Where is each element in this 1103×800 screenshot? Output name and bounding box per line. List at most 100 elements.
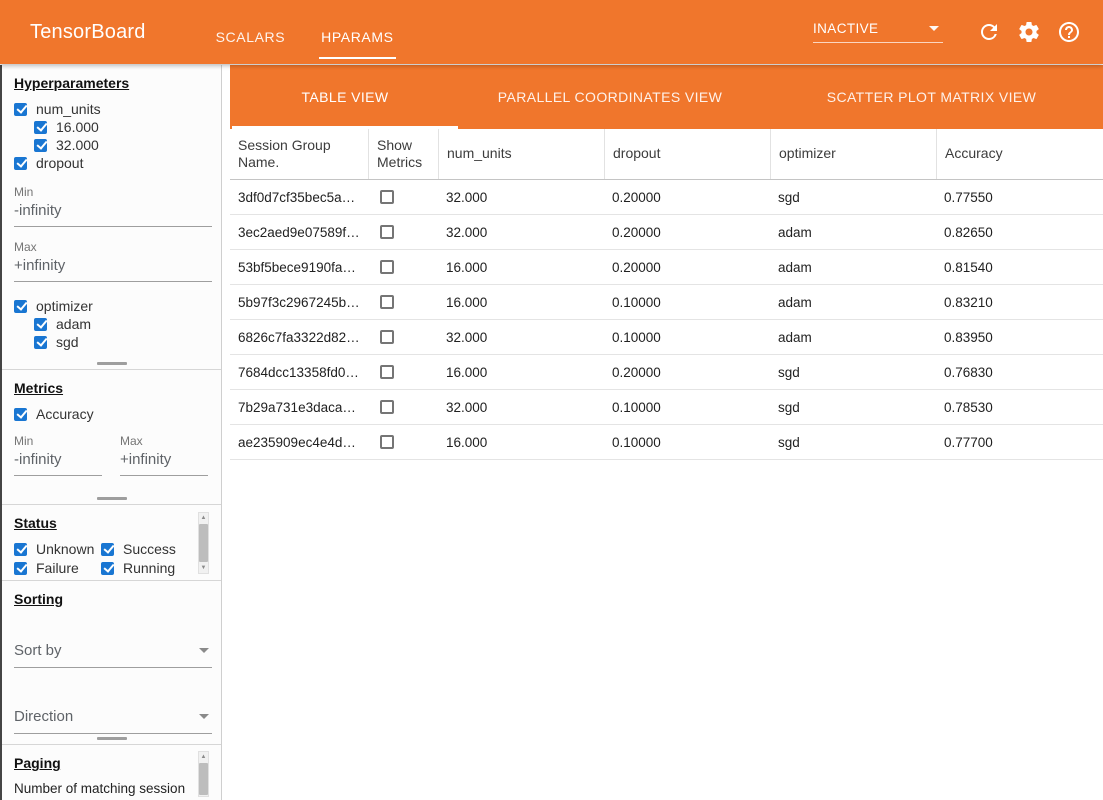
checkbox-icon[interactable] [34, 121, 47, 134]
optimizer-value: adam [770, 260, 936, 275]
status-checkbox-grid: Unknown Success Failure Running [14, 540, 190, 577]
checkbox-icon[interactable] [14, 408, 27, 421]
accuracy-value: 0.77700 [936, 435, 1103, 450]
accuracy-value: 0.81540 [936, 260, 1103, 275]
show-metrics-checkbox[interactable] [380, 435, 394, 449]
accuracy-value: 0.83950 [936, 330, 1103, 345]
header-tabs: SCALARS HPARAMS [198, 0, 412, 64]
tab-table-view[interactable]: TABLE VIEW [230, 65, 460, 129]
accuracy-value: 0.77550 [936, 190, 1103, 205]
session-group-name: 7b29a731e3daca… [230, 400, 368, 415]
dropout-max-label: Max [14, 240, 209, 254]
tab-scalars[interactable]: SCALARS [198, 6, 304, 59]
session-group-name: 6826c7fa3322d82… [230, 330, 368, 345]
checkbox-icon[interactable] [14, 562, 27, 575]
metric-max-input[interactable] [120, 448, 208, 476]
scrollbar-thumb[interactable] [199, 524, 208, 562]
num-units-value: 32.000 [438, 190, 604, 205]
num-units-value: 32.000 [438, 330, 604, 345]
metric-min-input[interactable] [14, 448, 102, 476]
checkbox-icon[interactable] [101, 562, 114, 575]
checkbox-icon[interactable] [34, 139, 47, 152]
scroll-up-icon[interactable]: ▲ [199, 513, 208, 523]
checkbox-row-optimizer-sgd[interactable]: sgd [34, 333, 209, 351]
show-metrics-cell [368, 295, 438, 309]
checkbox-icon[interactable] [14, 103, 27, 116]
checkbox-row-num-units-16[interactable]: 16.000 [34, 118, 209, 136]
tab-scatter-plot-matrix-view[interactable]: SCATTER PLOT MATRIX VIEW [760, 65, 1103, 129]
col-optimizer[interactable]: optimizer [770, 129, 936, 179]
tab-hparams[interactable]: HPARAMS [303, 6, 411, 59]
checkbox-icon[interactable] [34, 318, 47, 331]
resize-handle[interactable] [97, 362, 127, 365]
resize-handle[interactable] [97, 497, 127, 500]
show-metrics-checkbox[interactable] [380, 295, 394, 309]
col-show-metrics[interactable]: Show Metrics [368, 129, 438, 179]
reload-status-select[interactable]: INACTIVE [813, 21, 943, 43]
show-metrics-checkbox[interactable] [380, 260, 394, 274]
accuracy-value: 0.83210 [936, 295, 1103, 310]
checkbox-icon[interactable] [14, 543, 27, 556]
dropout-max-input[interactable] [14, 254, 212, 282]
checkbox-row-accuracy[interactable]: Accuracy [14, 405, 209, 423]
checkbox-icon[interactable] [14, 300, 27, 313]
checkbox-label: 32.000 [56, 137, 99, 153]
table-row: 7b29a731e3daca… 32.000 0.10000 sgd 0.785… [230, 390, 1103, 425]
show-metrics-checkbox[interactable] [380, 190, 394, 204]
hyperparameters-heading: Hyperparameters [14, 75, 209, 91]
checkbox-row-unknown[interactable]: Unknown [14, 540, 101, 558]
metric-max-label: Max [120, 434, 208, 448]
checkbox-icon[interactable] [34, 336, 47, 349]
section-sorting: Sorting Sort by Direction [2, 581, 221, 745]
section-paging: Paging Number of matching session groups… [2, 745, 221, 800]
num-units-value: 16.000 [438, 365, 604, 380]
show-metrics-cell [368, 435, 438, 449]
sorting-heading: Sorting [14, 591, 209, 607]
scrollbar-thumb[interactable] [199, 763, 208, 795]
session-group-name: 3ec2aed9e07589f… [230, 225, 368, 240]
num-units-value: 32.000 [438, 225, 604, 240]
paging-scrollbar[interactable]: ▲ [198, 751, 209, 797]
chevron-down-icon [199, 714, 209, 719]
settings-gear-icon[interactable] [1017, 20, 1041, 44]
checkbox-row-num-units-32[interactable]: 32.000 [34, 136, 209, 154]
checkbox-row-optimizer-adam[interactable]: adam [34, 315, 209, 333]
tab-parallel-coordinates-view[interactable]: PARALLEL COORDINATES VIEW [460, 65, 760, 129]
dropout-value: 0.10000 [604, 330, 770, 345]
optimizer-value: adam [770, 295, 936, 310]
scroll-down-icon[interactable]: ▼ [199, 563, 208, 573]
checkbox-row-dropout[interactable]: dropout [14, 154, 209, 172]
checkbox-label: Unknown [36, 541, 94, 557]
checkbox-row-failure[interactable]: Failure [14, 559, 101, 577]
checkbox-row-running[interactable]: Running [101, 559, 190, 577]
resize-handle[interactable] [97, 737, 127, 740]
section-hyperparameters: Hyperparameters num_units 16.000 32.000 … [2, 65, 221, 370]
show-metrics-checkbox[interactable] [380, 330, 394, 344]
dropout-min-input[interactable] [14, 199, 212, 227]
hparams-main-pane: TABLE VIEW PARALLEL COORDINATES VIEW SCA… [230, 65, 1103, 800]
optimizer-value: adam [770, 225, 936, 240]
col-session-group-name[interactable]: Session Group Name. [230, 129, 368, 179]
refresh-icon[interactable] [977, 20, 1001, 44]
checkbox-icon[interactable] [14, 157, 27, 170]
col-accuracy[interactable]: Accuracy [936, 129, 1103, 179]
col-num-units[interactable]: num_units [438, 129, 604, 179]
status-scrollbar[interactable]: ▲ ▼ [198, 512, 209, 574]
show-metrics-checkbox[interactable] [380, 225, 394, 239]
scroll-up-icon[interactable]: ▲ [199, 752, 208, 762]
checkbox-icon[interactable] [101, 543, 114, 556]
col-dropout[interactable]: dropout [604, 129, 770, 179]
tab-scalars-label: SCALARS [214, 6, 288, 59]
show-metrics-cell [368, 260, 438, 274]
help-icon[interactable] [1057, 20, 1081, 44]
show-metrics-checkbox[interactable] [380, 400, 394, 414]
direction-dropdown[interactable]: Direction [14, 704, 212, 734]
checkbox-row-success[interactable]: Success [101, 540, 190, 558]
show-metrics-checkbox[interactable] [380, 365, 394, 379]
checkbox-row-num-units[interactable]: num_units [14, 100, 209, 118]
sort-by-dropdown[interactable]: Sort by [14, 638, 212, 668]
checkbox-label: optimizer [36, 298, 93, 314]
table-row: 3df0d7cf35bec5a… 32.000 0.20000 sgd 0.77… [230, 180, 1103, 215]
checkbox-row-optimizer[interactable]: optimizer [14, 297, 209, 315]
checkbox-label: Accuracy [36, 406, 94, 422]
